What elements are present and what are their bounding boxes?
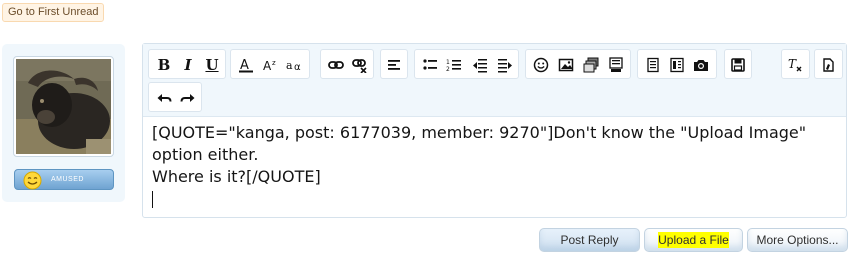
format-group: T [781, 49, 810, 79]
save-draft-icon[interactable] [727, 54, 749, 76]
amused-smiley-icon [23, 171, 42, 190]
bullet-list-icon[interactable] [419, 54, 441, 76]
svg-text:T: T [788, 57, 797, 71]
post-reply-button[interactable]: Post Reply [539, 228, 640, 252]
insert-group [525, 49, 631, 79]
toggle-bbcode-icon[interactable] [817, 54, 839, 76]
mood-badge[interactable]: AMUSED [14, 169, 114, 190]
font-group: A Az aα [230, 49, 310, 79]
indent-icon[interactable] [494, 54, 516, 76]
upload-file-label: Upload a File [658, 232, 729, 248]
font-size-icon[interactable]: Az [259, 54, 281, 76]
list-group: 12 [414, 49, 519, 79]
bold-icon[interactable]: B [153, 54, 175, 76]
camera-icon[interactable] [690, 54, 712, 76]
mode-group [814, 49, 843, 79]
svg-text:1: 1 [446, 59, 450, 66]
align-icon[interactable] [383, 54, 405, 76]
svg-text:A: A [263, 59, 272, 73]
italic-icon[interactable]: I [177, 54, 199, 76]
font-family-icon[interactable]: aα [283, 54, 305, 76]
undo-icon[interactable] [153, 87, 175, 109]
text-style-group: B I U [148, 49, 226, 79]
upload-file-button[interactable]: Upload a File [644, 228, 743, 252]
buffalo-avatar-image [16, 59, 111, 154]
smilies-icon[interactable] [530, 54, 552, 76]
font-color-icon[interactable]: A [235, 54, 257, 76]
unlink-icon[interactable] [349, 54, 371, 76]
svg-text:z: z [272, 59, 276, 67]
block-group [637, 49, 717, 79]
history-group [148, 82, 202, 112]
text-cursor [152, 191, 153, 208]
editor-line: option either. [152, 145, 259, 164]
reply-editor: B I U A Az aα 1 2 T [QUOTE="kanga, post:… [142, 43, 847, 218]
quote-icon[interactable] [642, 54, 664, 76]
more-options-button[interactable]: More Options... [747, 228, 848, 252]
underline-icon[interactable]: U [201, 54, 223, 76]
avatar[interactable] [13, 56, 114, 157]
go-to-first-unread-button[interactable]: Go to First Unread [2, 3, 105, 22]
outdent-icon[interactable] [469, 54, 491, 76]
remove-format-icon[interactable]: T [784, 54, 806, 76]
svg-text:a: a [286, 59, 293, 72]
editor-line: Where is it?[/QUOTE] [152, 167, 321, 186]
draft-group [724, 49, 752, 79]
link-icon[interactable] [325, 54, 347, 76]
editor-line: [QUOTE="kanga, post: 6177039, member: 92… [152, 123, 807, 142]
code-icon[interactable] [605, 54, 627, 76]
mood-label: AMUSED [51, 176, 84, 183]
svg-text:α: α [294, 62, 301, 73]
user-info-panel: AMUSED [2, 44, 125, 202]
link-group [320, 49, 374, 79]
svg-text:2: 2 [446, 66, 450, 73]
numbered-list-icon[interactable]: 12 [443, 54, 465, 76]
editor-toolbar: B I U A Az aα 1 2 T [143, 44, 846, 117]
align-group [380, 49, 408, 79]
image-icon[interactable] [555, 54, 577, 76]
editor-text-area[interactable]: [QUOTE="kanga, post: 6177039, member: 92… [152, 122, 840, 208]
redo-icon[interactable] [177, 87, 199, 109]
media-icon[interactable] [580, 54, 602, 76]
spoiler-icon[interactable] [666, 54, 688, 76]
